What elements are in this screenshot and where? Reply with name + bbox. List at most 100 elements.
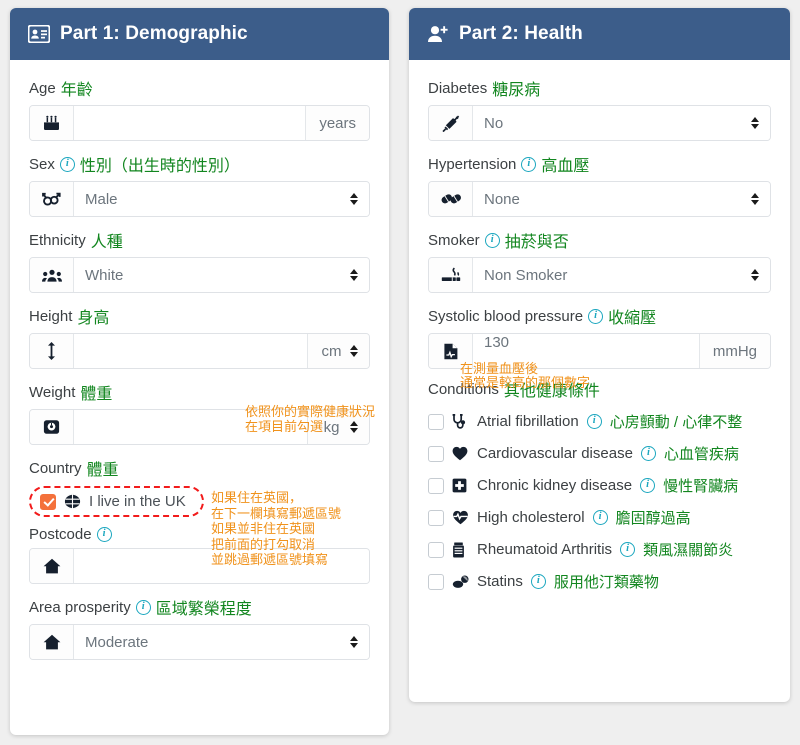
condition-label-chronic-kidney-disease: Chronic kidney disease: [477, 477, 633, 494]
condition-checkbox-atrial-fibrillation[interactable]: [428, 413, 444, 430]
field-hypertension-value: None: [484, 190, 520, 208]
cigarette-icon: [429, 258, 473, 292]
field-age-label-zh: 年齡: [60, 82, 93, 99]
field-systolic-blood-pressure-label: Systolic blood pressure i 收縮壓: [428, 304, 771, 328]
field-hypertension-label: Hypertension i 高血壓: [428, 152, 771, 176]
demographic-card-title: Part 1: Demographic: [60, 23, 248, 44]
field-hypertension-label-text: Hypertension: [428, 155, 517, 173]
condition-zh-chronic-kidney-disease: 慢性腎臟病: [663, 478, 739, 495]
demographic-card-header: Part 1: Demographic: [10, 8, 389, 60]
field-age-input[interactable]: [74, 106, 306, 140]
info-icon[interactable]: i: [484, 232, 500, 248]
field-diabetes-input-group[interactable]: No: [428, 105, 771, 141]
field-systolic-blood-pressure: Systolic blood pressure i 收縮壓 130 mmHg: [428, 304, 771, 369]
field-sex-label: Sex i 性別（出生時的性別）: [29, 152, 370, 176]
field-ethnicity-input-group[interactable]: White: [29, 257, 370, 293]
condition-row-statins[interactable]: Statins i 服用他汀類藥物: [428, 571, 771, 592]
condition-row-atrial-fibrillation[interactable]: Atrial fibrillation i 心房顫動 / 心律不整: [428, 411, 771, 432]
field-ethnicity-label-text: Ethnicity: [29, 231, 86, 249]
condition-label-atrial-fibrillation: Atrial fibrillation: [477, 413, 579, 430]
chevron-updown-icon: [750, 192, 759, 206]
field-ethnicity-select[interactable]: White: [74, 258, 369, 292]
cake-icon: [30, 106, 74, 140]
condition-zh-cardiovascular-disease: 心血管疾病: [663, 446, 739, 463]
uk-residence-checkbox[interactable]: [40, 493, 56, 510]
field-diabetes: Diabetes 糖尿病 No: [428, 76, 771, 141]
field-country-label-text: Country: [29, 459, 82, 477]
field-sex-label-zh: 性別（出生時的性別）: [79, 158, 240, 175]
field-area-prosperity: Area prosperity i 區域繁榮程度 Moderate: [29, 595, 370, 660]
field-age-label-text: Age: [29, 79, 56, 97]
field-height-unit-select[interactable]: cm: [307, 334, 369, 368]
info-icon[interactable]: i: [588, 308, 604, 324]
field-hypertension-input-group[interactable]: None: [428, 181, 771, 217]
pills-icon: [429, 182, 473, 216]
info-icon[interactable]: i: [135, 599, 151, 615]
field-smoker-input-group[interactable]: Non Smoker: [428, 257, 771, 293]
field-hypertension-select[interactable]: None: [473, 182, 770, 216]
field-sex-label-text: Sex: [29, 155, 55, 173]
condition-checkbox-high-cholesterol[interactable]: [428, 509, 444, 526]
field-ethnicity-label: Ethnicity 人種: [29, 228, 370, 252]
health-card-header: Part 2: Health: [409, 8, 790, 60]
field-area-prosperity-select[interactable]: Moderate: [74, 625, 369, 659]
tablets-icon: [452, 575, 469, 589]
field-systolic-blood-pressure-label-zh: 收縮壓: [608, 310, 657, 327]
condition-label-cardiovascular-disease: Cardiovascular disease: [477, 445, 633, 462]
info-icon[interactable]: i: [640, 446, 656, 461]
field-diabetes-value: No: [484, 114, 504, 132]
field-weight-label-text: Weight: [29, 383, 76, 401]
condition-checkbox-statins[interactable]: [428, 573, 444, 590]
info-icon[interactable]: i: [620, 542, 636, 557]
gender-icon: [30, 182, 74, 216]
field-postcode-label-text: Postcode: [29, 526, 92, 543]
field-sex-input-group[interactable]: Male: [29, 181, 370, 217]
field-smoker-select[interactable]: Non Smoker: [473, 258, 770, 292]
heartbeat-icon: [452, 510, 469, 525]
field-height-unit-value: cm: [321, 342, 342, 360]
condition-checkbox-chronic-kidney-disease[interactable]: [428, 477, 444, 494]
info-icon[interactable]: i: [530, 574, 546, 589]
condition-label-rheumatoid-arthritis: Rheumatoid Arthritis: [477, 541, 613, 558]
health-card-body: Diabetes 糖尿病 No Hypertension i 高血壓 None …: [409, 60, 790, 610]
health-card: Part 2: Health Diabetes 糖尿病 No Hypertens…: [409, 8, 790, 702]
field-sex-value: Male: [85, 190, 118, 208]
condition-label-statins: Statins: [477, 573, 523, 590]
condition-row-cardiovascular-disease[interactable]: Cardiovascular disease i 心血管疾病: [428, 443, 771, 464]
home-icon: [30, 549, 74, 583]
field-ethnicity-value: White: [85, 266, 124, 284]
field-ethnicity-label-zh: 人種: [90, 234, 123, 251]
condition-zh-high-cholesterol: 膽固醇過高: [615, 510, 691, 527]
heart-icon: [452, 446, 469, 461]
chevron-updown-icon: [349, 344, 358, 358]
field-ethnicity: Ethnicity 人種 White: [29, 228, 370, 293]
condition-checkbox-rheumatoid-arthritis[interactable]: [428, 541, 444, 558]
info-icon[interactable]: i: [59, 156, 75, 172]
field-sex: Sex i 性別（出生時的性別） Male: [29, 152, 370, 217]
field-diabetes-select[interactable]: No: [473, 106, 770, 140]
info-icon[interactable]: i: [592, 510, 608, 525]
chevron-updown-icon: [349, 268, 358, 282]
field-sex-select[interactable]: Male: [74, 182, 369, 216]
condition-row-rheumatoid-arthritis[interactable]: Rheumatoid Arthritis i 類風濕關節炎: [428, 539, 771, 560]
field-age-input-group[interactable]: years: [29, 105, 370, 141]
info-icon[interactable]: i: [96, 527, 112, 542]
field-height-input-group[interactable]: cm: [29, 333, 370, 369]
chevron-updown-icon: [349, 635, 358, 649]
condition-row-chronic-kidney-disease[interactable]: Chronic kidney disease i 慢性腎臟病: [428, 475, 771, 496]
field-area-prosperity-input-group[interactable]: Moderate: [29, 624, 370, 660]
user-plus-icon: [427, 25, 449, 43]
demographic-card-body: Age 年齡 years Sex i 性別（出生時的性別） Male Ethni…: [10, 60, 389, 678]
globe-icon: [64, 493, 81, 510]
field-height: Height 身高 cm: [29, 304, 370, 369]
field-height-input[interactable]: [74, 334, 307, 368]
info-icon[interactable]: i: [521, 156, 537, 172]
condition-row-high-cholesterol[interactable]: High cholesterol i 膽固醇過高: [428, 507, 771, 528]
info-icon[interactable]: i: [586, 414, 602, 429]
weight-scale-icon: [30, 410, 74, 444]
field-systolic-blood-pressure-label-text: Systolic blood pressure: [428, 307, 584, 325]
health-card-title: Part 2: Health: [459, 23, 583, 44]
info-icon[interactable]: i: [640, 478, 656, 493]
condition-zh-statins: 服用他汀類藥物: [553, 574, 659, 591]
condition-checkbox-cardiovascular-disease[interactable]: [428, 445, 444, 462]
